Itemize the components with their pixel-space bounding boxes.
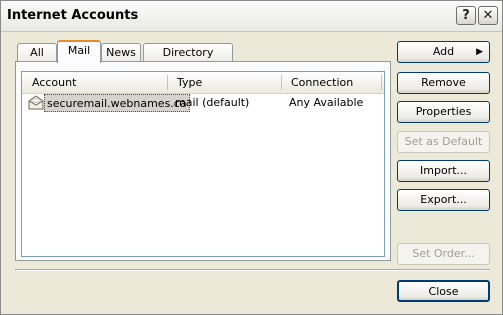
window-title: Internet Accounts xyxy=(7,8,139,23)
add-button-label: Add xyxy=(432,45,455,58)
tab-all[interactable]: All xyxy=(17,43,57,62)
add-button[interactable]: Add ▶ xyxy=(397,41,490,63)
accounts-list[interactable]: Account Type Connection securemail.webna… xyxy=(21,71,385,257)
remove-button[interactable]: Remove xyxy=(397,72,490,94)
internet-accounts-window: Internet Accounts ? ✕ All Mail News Dire… xyxy=(0,0,503,315)
tab-directory-service[interactable]: Directory Service xyxy=(143,43,233,76)
account-connection: Any Available xyxy=(289,96,364,109)
column-header-type[interactable]: Type xyxy=(169,72,281,93)
set-as-default-button[interactable]: Set as Default xyxy=(397,131,490,153)
export-button[interactable]: Export... xyxy=(397,189,490,211)
tab-news[interactable]: News xyxy=(101,43,141,62)
list-header: Account Type Connection xyxy=(22,72,384,94)
tab-mail[interactable]: Mail xyxy=(57,40,101,63)
column-divider[interactable] xyxy=(381,75,382,90)
submenu-arrow-icon: ▶ xyxy=(476,47,483,57)
column-header-connection[interactable]: Connection xyxy=(283,72,381,93)
close-window-button[interactable]: ✕ xyxy=(478,6,498,25)
help-button[interactable]: ? xyxy=(456,6,476,25)
set-order-button[interactable]: Set Order... xyxy=(397,243,490,265)
account-type: mail (default) xyxy=(175,96,250,109)
mail-account-icon xyxy=(28,95,44,110)
column-divider[interactable] xyxy=(281,75,282,90)
title-bar[interactable]: Internet Accounts ? ✕ xyxy=(1,1,502,32)
import-button[interactable]: Import... xyxy=(397,160,490,182)
table-row[interactable]: securemail.webnames.ca mail (default) An… xyxy=(24,94,382,112)
account-name: securemail.webnames.ca xyxy=(44,94,190,112)
column-header-account[interactable]: Account xyxy=(24,72,168,93)
column-divider[interactable] xyxy=(167,75,168,90)
close-button[interactable]: Close xyxy=(397,280,490,302)
properties-button[interactable]: Properties xyxy=(397,101,490,123)
footer-divider xyxy=(15,269,490,271)
